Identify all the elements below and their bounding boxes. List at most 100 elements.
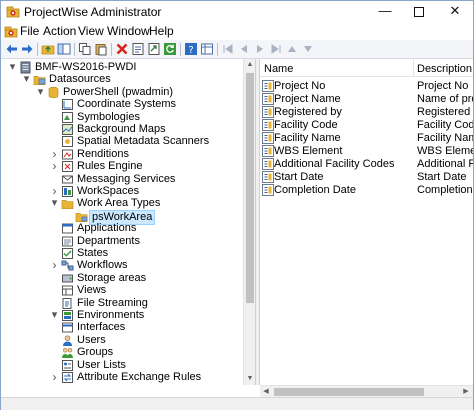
attribute-icon — [262, 132, 274, 144]
tree-item-label: Coordinate Systems — [77, 98, 177, 111]
list-item[interactable]: WBS Element WBS Element — [260, 145, 473, 158]
interfaces-icon — [62, 322, 73, 333]
grid-view-icon[interactable] — [200, 42, 214, 56]
attribute-name: Start Date — [274, 171, 324, 183]
tree-item-label: Storage areas — [77, 271, 147, 284]
svg-text:?: ? — [188, 45, 193, 56]
export-icon[interactable] — [147, 42, 161, 56]
collapsed-chevron-icon[interactable]: › — [50, 259, 59, 272]
datasource-icon — [48, 86, 59, 98]
expanded-chevron-icon[interactable]: ▾ — [36, 86, 45, 99]
attribute-icon — [262, 93, 274, 105]
move-first-icon — [223, 44, 233, 54]
move-last-icon — [271, 44, 281, 54]
list-item[interactable]: Project No Project No — [260, 80, 473, 93]
list-scroll-thumb[interactable] — [274, 388, 424, 396]
close-button[interactable]: ✕ — [433, 1, 474, 23]
tree-item-label: BMF-WS2016-PWDI — [35, 61, 137, 73]
expanded-chevron-icon[interactable]: ▾ — [8, 61, 17, 74]
expanded-chevron-icon[interactable]: ▾ — [50, 197, 59, 210]
system-menu-icon[interactable] — [4, 24, 18, 38]
symbologies-icon — [62, 111, 73, 123]
move-down-icon — [304, 46, 312, 52]
users-icon — [63, 335, 72, 346]
properties-icon[interactable] — [131, 42, 145, 56]
attribute-name: Completion Date — [274, 184, 356, 196]
tree-item-label: Applications — [77, 222, 137, 235]
applications-icon — [62, 223, 73, 234]
menu-window[interactable]: Window — [107, 24, 150, 38]
views-icon — [62, 285, 73, 296]
states-icon — [62, 248, 73, 259]
tree-item-label: Background Maps — [77, 123, 166, 135]
tree-vertical-scrollbar[interactable]: ▲ ▼ — [243, 59, 255, 385]
list-item[interactable]: Facility Code Facility Code — [260, 119, 473, 132]
expanded-chevron-icon[interactable]: ▾ — [50, 309, 59, 322]
collapsed-chevron-icon[interactable]: › — [50, 371, 59, 384]
column-header-description[interactable]: Description — [417, 63, 472, 75]
forward-arrow-icon[interactable] — [20, 42, 34, 56]
delete-icon[interactable] — [115, 42, 129, 56]
menu-help[interactable]: Help — [149, 24, 174, 38]
attribute-name: Additional Facility Codes — [274, 158, 395, 170]
list-horizontal-scrollbar[interactable]: ◀ ▶ — [260, 385, 473, 397]
coordinate-systems-icon — [62, 99, 73, 111]
expanded-chevron-icon[interactable]: ▾ — [22, 73, 31, 86]
up-folder-icon[interactable] — [41, 42, 55, 56]
tree-item-label: Rules Engine — [77, 160, 143, 173]
list-item[interactable]: Start Date Start Date — [260, 171, 473, 184]
list-item[interactable]: Additional Facility Codes Additional Fa — [260, 158, 473, 171]
tree-item-label: Users — [77, 333, 106, 346]
user-lists-icon — [62, 359, 73, 371]
background-maps-icon — [62, 124, 73, 135]
list-item[interactable]: Completion Date Completion — [260, 184, 473, 197]
back-arrow-icon[interactable] — [5, 42, 19, 56]
attribute-icon — [262, 145, 274, 157]
attribute-name: WBS Element — [274, 145, 343, 157]
minimize-icon: — — [378, 3, 392, 18]
attribute-description: Facility Name — [417, 132, 473, 144]
menu-file[interactable]: File — [20, 24, 39, 38]
attribute-description: Project No — [417, 80, 469, 92]
menu-view[interactable]: View — [78, 24, 104, 38]
paste-icon[interactable] — [94, 42, 108, 56]
column-separator[interactable] — [413, 59, 414, 77]
tree-scroll-thumb[interactable] — [246, 73, 254, 303]
attribute-description: Additional Fa — [417, 158, 473, 170]
file-streaming-icon — [62, 297, 72, 309]
help-icon[interactable]: ? — [184, 42, 198, 56]
tree-item-label: Messaging Services — [77, 172, 176, 185]
list-item[interactable]: Project Name Name of pro — [260, 93, 473, 106]
copy-icon[interactable] — [78, 42, 92, 56]
column-header-name[interactable]: Name — [264, 63, 293, 75]
tree-item-label: PowerShell (pwadmin) — [63, 85, 174, 98]
attribute-description: WBS Element — [417, 145, 473, 157]
tree-item-label: Views — [77, 284, 107, 297]
list-item[interactable]: Registered by Registered by — [260, 106, 473, 119]
tree-item-label: Interfaces — [77, 321, 126, 334]
refresh-icon[interactable] — [163, 42, 177, 56]
attribute-name: Registered by — [274, 106, 342, 118]
storage-icon — [62, 274, 73, 283]
groups-icon — [62, 348, 73, 359]
toolbar-separator — [180, 43, 181, 56]
tree-item-label: File Streaming — [77, 296, 148, 309]
tree-item-label: Attribute Exchange Rules — [77, 371, 202, 383]
attribute-icon — [262, 158, 274, 170]
attribute-name: Project Name — [274, 93, 341, 105]
show-hide-tree-icon[interactable] — [57, 42, 71, 56]
collapsed-chevron-icon[interactable]: › — [50, 160, 59, 173]
attribute-icon — [262, 171, 274, 183]
move-up-icon — [288, 46, 296, 52]
move-left-icon — [241, 45, 247, 53]
collapsed-chevron-icon[interactable]: › — [50, 185, 59, 198]
menu-action[interactable]: Action — [43, 24, 76, 38]
tree-item-label: Symbologies — [77, 110, 140, 123]
folder-icon — [61, 200, 74, 210]
list-item[interactable]: Facility Name Facility Name — [260, 132, 473, 145]
